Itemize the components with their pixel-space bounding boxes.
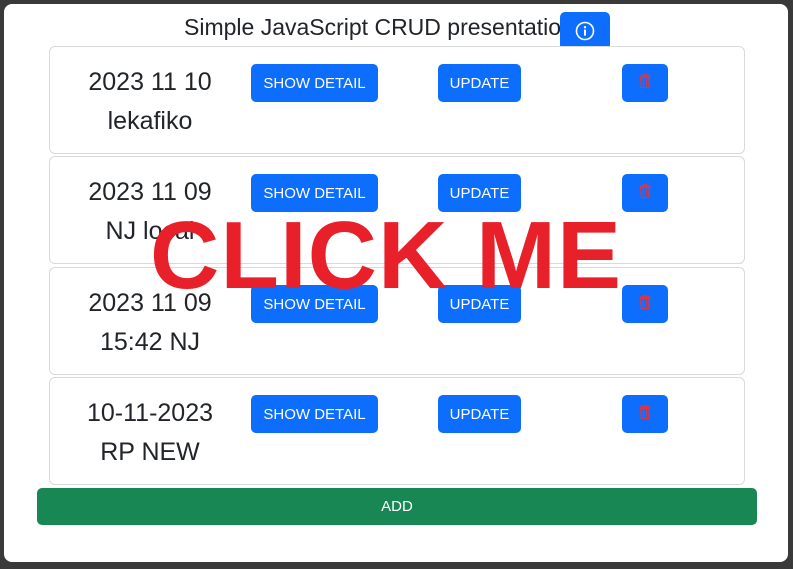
info-circle-icon (575, 21, 595, 41)
delete-button[interactable] (622, 64, 668, 102)
trash-icon (639, 184, 651, 202)
add-button[interactable]: ADD (37, 488, 757, 525)
record-text: 2023 11 10 lekafiko (50, 63, 250, 141)
record-text: 10-11-2023 RP NEW (50, 394, 250, 472)
record-name: lekafiko (107, 107, 193, 135)
show-detail-button[interactable]: SHOW DETAIL (251, 395, 378, 433)
modal-header: Simple JavaScript CRUD presentation. (4, 10, 788, 50)
update-button[interactable]: UPDATE (438, 395, 521, 433)
record-name: RP NEW (100, 438, 200, 466)
record-date: 2023 11 10 (88, 68, 212, 96)
trash-icon (639, 74, 651, 92)
show-detail-button[interactable]: SHOW DETAIL (251, 64, 378, 102)
record-date: 10-11-2023 (86, 399, 214, 427)
trash-icon (639, 295, 651, 313)
delete-button[interactable] (622, 395, 668, 433)
click-me-overlay[interactable]: CLICK ME (141, 198, 631, 314)
trash-icon (639, 405, 651, 423)
record-card: 10-11-2023 RP NEW SHOW DETAIL UPDATE (49, 377, 745, 485)
info-button[interactable] (560, 12, 610, 50)
update-button[interactable]: UPDATE (438, 64, 521, 102)
page-title: Simple JavaScript CRUD presentation. (184, 14, 581, 40)
record-name: 15:42 NJ (99, 328, 201, 356)
record-card: 2023 11 10 lekafiko SHOW DETAIL UPDATE (49, 46, 745, 154)
